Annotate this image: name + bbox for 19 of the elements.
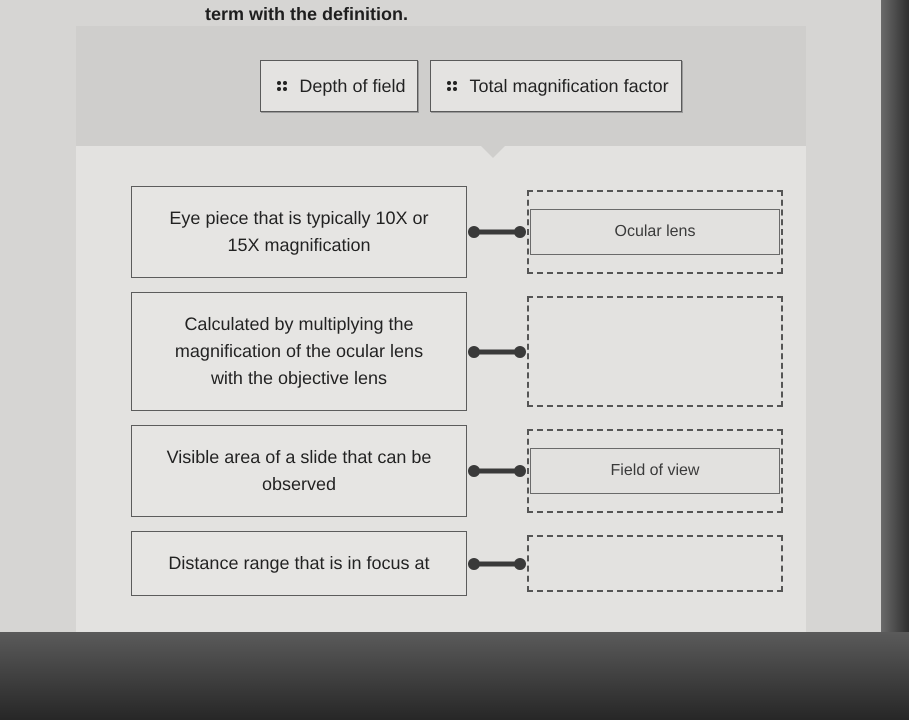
definition-card: Eye piece that is typically 10X or 15X magnification	[131, 186, 467, 278]
connector-icon	[468, 344, 526, 358]
drop-zone[interactable]: Field of view	[527, 429, 783, 513]
term-chip[interactable]: Depth of field	[260, 60, 418, 112]
definition-card: Visible area of a slide that can be observed	[131, 425, 467, 517]
connector-icon	[468, 225, 526, 239]
drop-zone[interactable]: Ocular lens	[527, 190, 783, 274]
definition-card: Calculated by multiplying the magnification of the ocular lens with the objective lens	[131, 292, 467, 411]
definition-card: Distance range that is in focus at	[131, 531, 467, 596]
term-chip[interactable]: Total magnification factor	[430, 60, 682, 112]
drop-zone[interactable]	[527, 296, 783, 407]
placed-term-chip[interactable]: Field of view	[530, 448, 780, 494]
drop-zone[interactable]	[527, 535, 783, 592]
instruction-text: term with the definition.	[205, 3, 409, 26]
connector-icon	[468, 556, 526, 570]
grip-icon	[277, 81, 288, 91]
connector-icon	[468, 464, 526, 478]
placed-term-chip[interactable]: Ocular lens	[530, 209, 780, 255]
grip-icon	[447, 81, 458, 91]
